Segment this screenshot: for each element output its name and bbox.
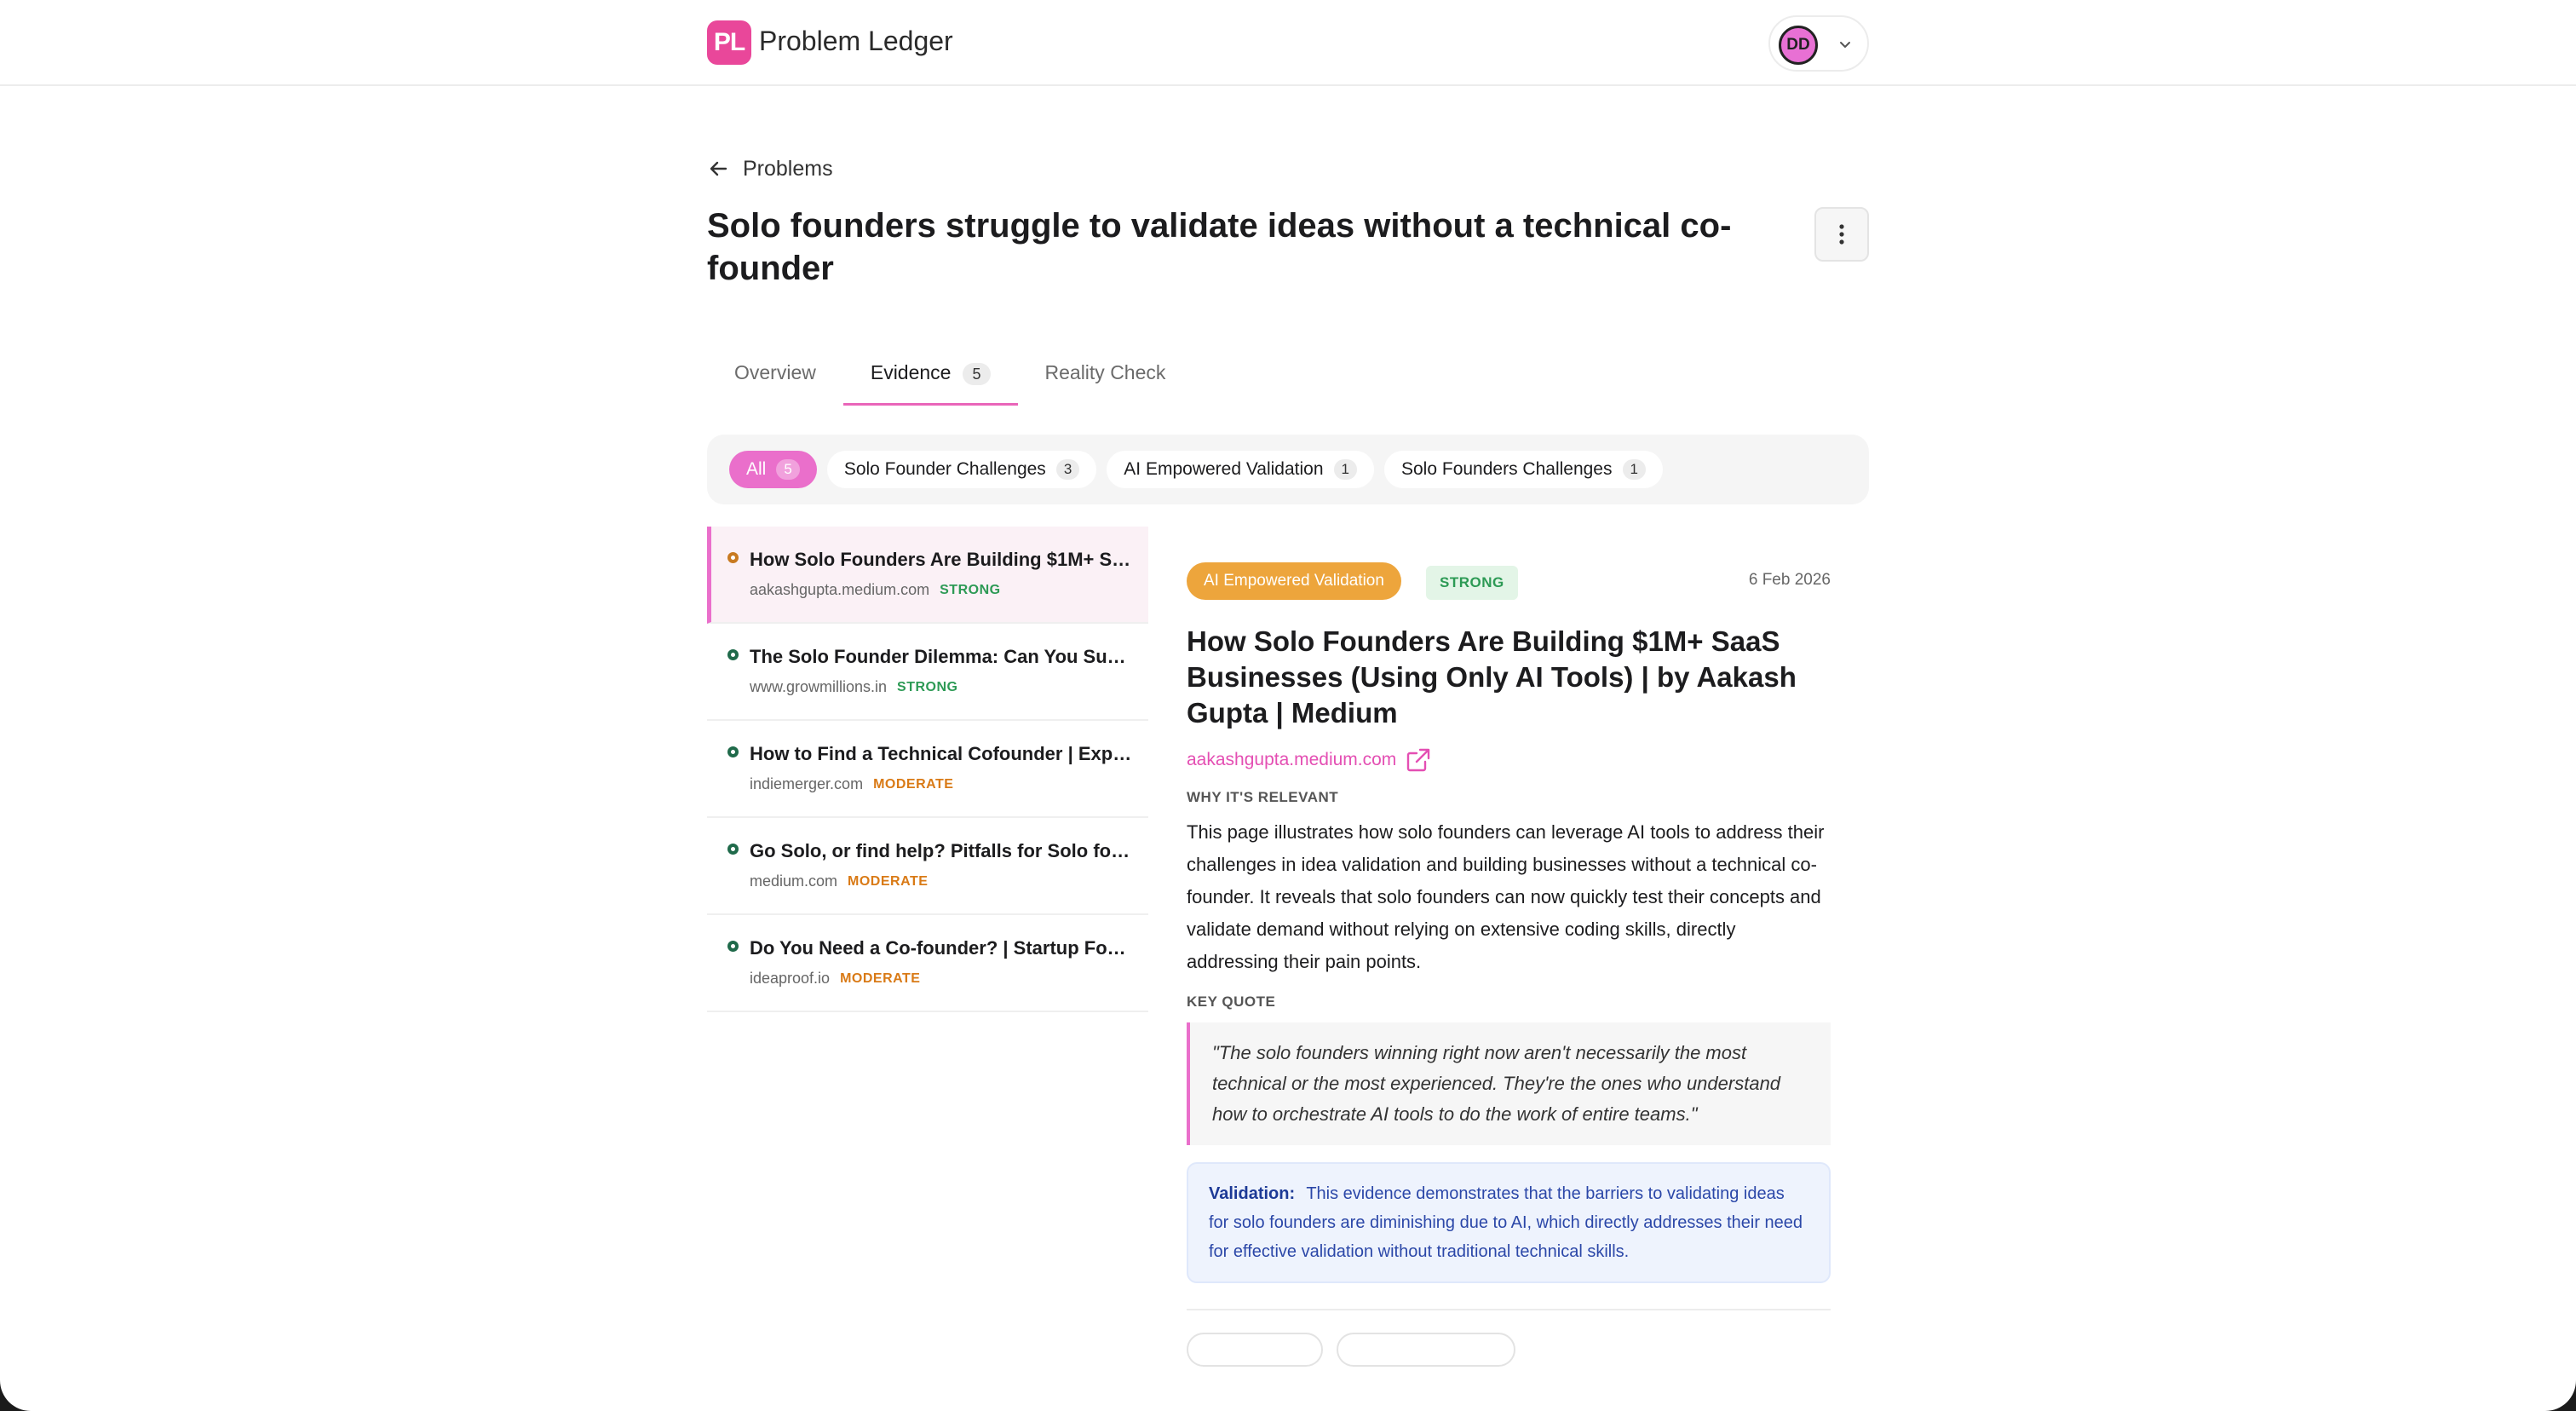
validation-text: This evidence demonstrates that the barr… — [1209, 1184, 1803, 1261]
status-dot — [727, 649, 739, 660]
evidence-list: How Solo Founders Are Building $1M+ SaaS… — [707, 527, 1148, 1012]
chip-count: 3 — [1055, 459, 1080, 480]
tab-label: Reality Check — [1044, 361, 1166, 383]
evidence-detail-title: How Solo Founders Are Building $1M+ SaaS… — [1187, 625, 1797, 729]
filter-chip-solo-founder-challenges[interactable]: Solo Founder Challenges 3 — [826, 451, 1097, 488]
tab-count-badge: 5 — [963, 363, 991, 385]
evidence-source: www.growmillions.in — [750, 678, 888, 695]
why-relevant-text: This page illustrates how solo founders … — [1187, 821, 1825, 972]
external-link-icon — [1407, 748, 1430, 772]
tab-evidence[interactable]: Evidence 5 — [842, 353, 1018, 406]
chip-count: 1 — [1333, 459, 1357, 480]
evidence-detail-panel: AI Empowered Validation STRONG 6 Feb 202… — [1187, 562, 1831, 1367]
evidence-source: ideaproof.io — [750, 970, 831, 987]
tab-label: Evidence — [870, 361, 952, 383]
why-relevant-label: WHY IT'S RELEVANT — [1187, 789, 1339, 805]
filter-chip-ai-empowered-validation[interactable]: AI Empowered Validation 1 — [1107, 451, 1374, 488]
tab-label: Overview — [734, 361, 816, 383]
status-dot — [727, 746, 739, 757]
detail-badges: AI Empowered Validation STRONG 6 Feb 202… — [1187, 562, 1831, 602]
strength-badge: MODERATE — [873, 776, 954, 792]
user-menu-button[interactable]: DD — [1768, 15, 1869, 72]
evidence-source: aakashgupta.medium.com — [750, 581, 930, 598]
status-dot — [727, 552, 739, 563]
divider — [1187, 1309, 1831, 1310]
filter-chip-all[interactable]: All 5 — [729, 451, 817, 488]
strength-badge: STRONG — [1426, 566, 1518, 600]
chip-label: AI Empowered Validation — [1124, 459, 1324, 479]
evidence-title: The Solo Founder Dilemma: Can You Succee… — [750, 646, 1133, 667]
page-title: Solo founders struggle to validate ideas… — [707, 207, 1732, 287]
evidence-list-item[interactable]: Go Solo, or find help? Pitfalls for Solo… — [707, 818, 1148, 915]
chip-label: Solo Founders Challenges — [1401, 459, 1613, 479]
arrow-left-icon — [710, 161, 727, 176]
strength-badge: MODERATE — [840, 970, 921, 986]
evidence-title: How to Find a Technical Cofounder | Expe… — [750, 743, 1133, 764]
key-quote: "The solo founders winning right now are… — [1187, 1022, 1831, 1145]
evidence-source: indiemerger.com — [750, 775, 864, 792]
evidence-date: 6 Feb 2026 — [1748, 571, 1831, 589]
key-quote-label: KEY QUOTE — [1187, 993, 1276, 1010]
action-row — [1187, 1333, 1831, 1367]
validation-note: Validation: This evidence demonstrates t… — [1187, 1162, 1831, 1283]
app-window: PL Problem Ledger DD Problems Solo found… — [0, 0, 2576, 1411]
top-bar: PL Problem Ledger DD — [0, 0, 2576, 86]
source-link[interactable]: aakashgupta.medium.com — [1187, 746, 1831, 774]
tab-bar: Overview Evidence 5 Reality Check — [707, 353, 1193, 406]
back-label: Problems — [743, 156, 833, 181]
action-button[interactable] — [1337, 1333, 1515, 1367]
evidence-meta: www.growmillions.in STRONG — [750, 678, 1148, 696]
evidence-list-item[interactable]: The Solo Founder Dilemma: Can You Succee… — [707, 624, 1148, 721]
evidence-source: medium.com — [750, 873, 838, 890]
more-options-button[interactable] — [1814, 207, 1869, 262]
validation-label: Validation: — [1209, 1184, 1296, 1203]
evidence-meta: medium.com MODERATE — [750, 873, 1148, 890]
source-link-label: aakashgupta.medium.com — [1187, 750, 1397, 769]
evidence-title: Go Solo, or find help? Pitfalls for Solo… — [750, 840, 1133, 861]
evidence-list-item[interactable]: Do You Need a Co-founder? | Startup Foun… — [707, 915, 1148, 1012]
chip-count: 1 — [1622, 459, 1646, 480]
status-dot — [727, 941, 739, 952]
evidence-list-item[interactable]: How to Find a Technical Cofounder | Expe… — [707, 721, 1148, 818]
more-vertical-icon — [1839, 224, 1844, 245]
app-name[interactable]: Problem Ledger — [759, 26, 953, 57]
evidence-meta: indiemerger.com MODERATE — [750, 775, 1148, 793]
evidence-meta: aakashgupta.medium.com STRONG — [750, 581, 1148, 599]
strength-badge: STRONG — [897, 679, 958, 694]
logo-icon[interactable]: PL — [707, 20, 751, 65]
evidence-meta: ideaproof.io MODERATE — [750, 970, 1148, 988]
evidence-title: Do You Need a Co-founder? | Startup Foun… — [750, 937, 1133, 959]
chip-count: 5 — [776, 459, 800, 480]
tab-reality-check[interactable]: Reality Check — [1018, 353, 1193, 406]
strength-badge: MODERATE — [848, 873, 929, 889]
evidence-list-item[interactable]: How Solo Founders Are Building $1M+ SaaS… — [707, 527, 1148, 624]
chip-label: All — [746, 459, 767, 479]
filter-chip-solo-founders-challenges[interactable]: Solo Founders Challenges 1 — [1384, 451, 1663, 488]
strength-badge: STRONG — [940, 582, 1001, 597]
tab-overview[interactable]: Overview — [707, 353, 843, 406]
category-badge: AI Empowered Validation — [1187, 562, 1401, 600]
evidence-title: How Solo Founders Are Building $1M+ SaaS… — [750, 549, 1133, 570]
back-link[interactable]: Problems — [707, 155, 833, 182]
action-button[interactable] — [1187, 1333, 1323, 1367]
chevron-down-icon — [1840, 42, 1850, 48]
status-dot — [727, 844, 739, 855]
chip-label: Solo Founder Challenges — [843, 459, 1046, 479]
avatar: DD — [1779, 26, 1818, 65]
category-filter-bar: All 5 Solo Founder Challenges 3 AI Empow… — [707, 435, 1869, 504]
